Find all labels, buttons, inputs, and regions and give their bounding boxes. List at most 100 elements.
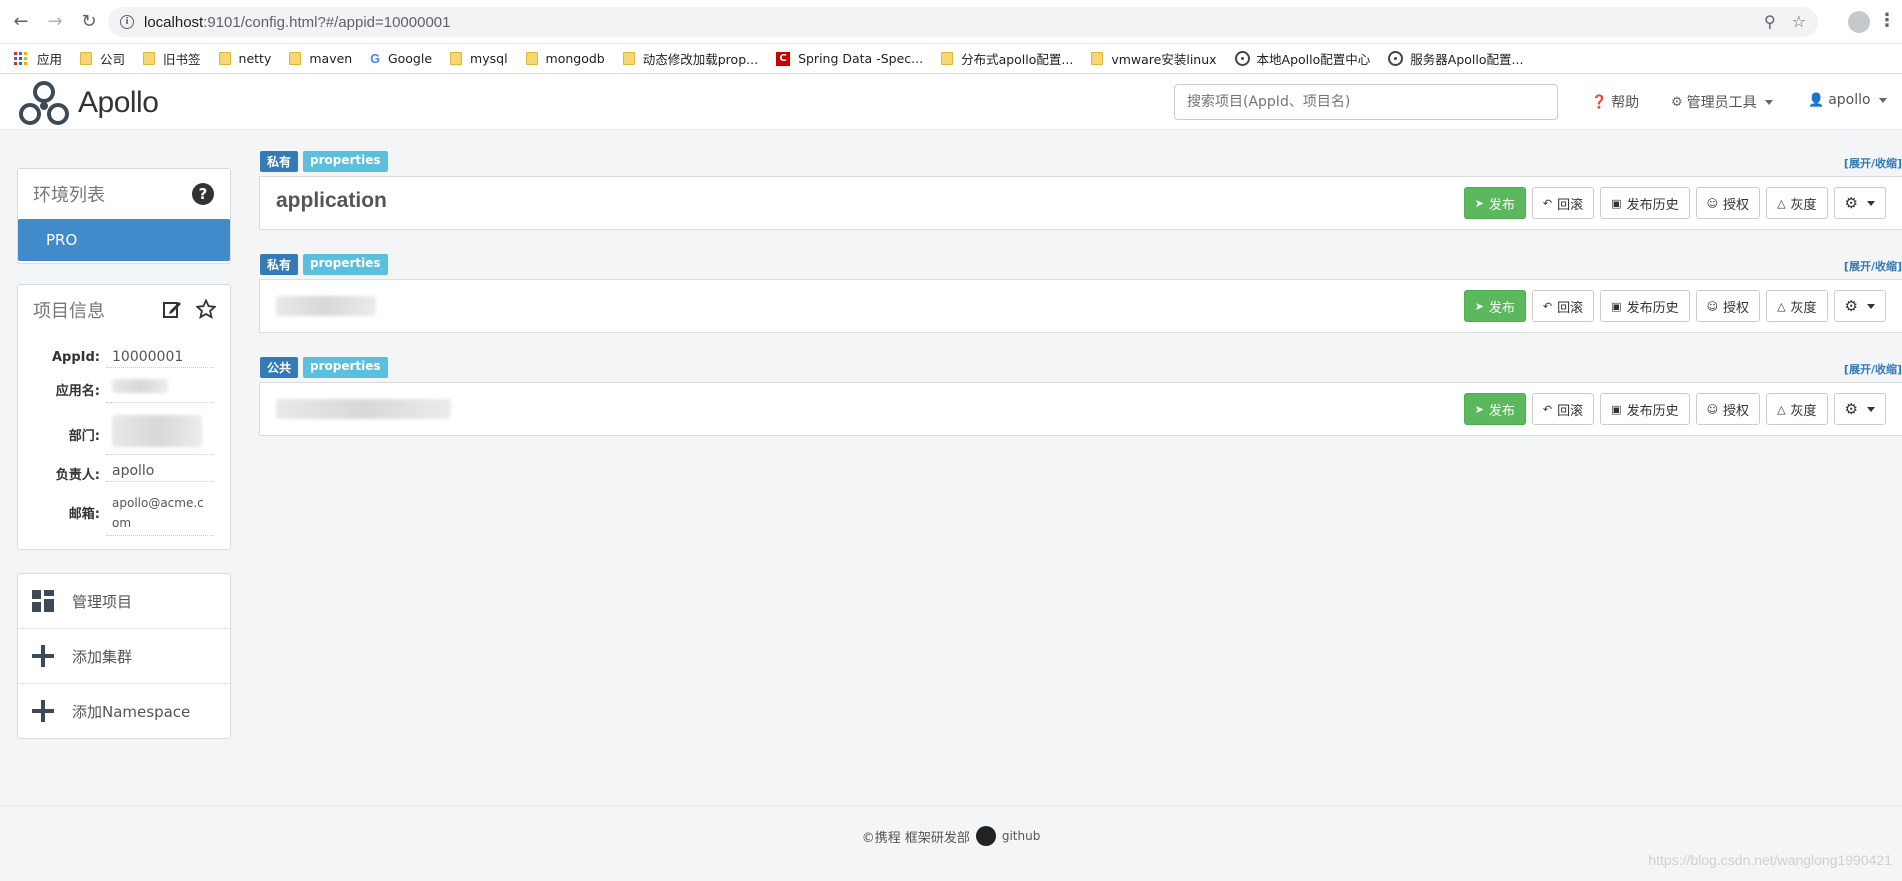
- manage-project-item[interactable]: 管理项目: [18, 574, 230, 629]
- help-link[interactable]: ❓ 帮助: [1591, 92, 1639, 112]
- forward-arrow-icon[interactable]: →: [42, 9, 68, 35]
- bookmark-item[interactable]: 应用: [14, 49, 62, 68]
- folder-icon: [941, 52, 954, 65]
- question-circle-icon: ❓: [1591, 94, 1608, 110]
- department-label: 部门:: [68, 429, 100, 444]
- apollo-logo[interactable]: Apollo: [16, 78, 159, 128]
- footer-github-link[interactable]: github: [1002, 829, 1040, 843]
- info-row-appid: AppId: 10000001: [18, 347, 230, 368]
- bookmark-item[interactable]: 旧书签: [143, 49, 201, 68]
- spring-icon: C: [776, 51, 791, 66]
- expand-collapse-link[interactable]: [展开/收缩]: [1844, 361, 1902, 377]
- redacted-block: [112, 415, 202, 447]
- publish-label: 发布: [1488, 403, 1515, 419]
- flask-icon: △: [1777, 196, 1786, 210]
- apollo-logo-icon: [19, 81, 69, 125]
- release-history-button[interactable]: ▣ 发布历史: [1600, 290, 1690, 322]
- bookmark-item[interactable]: mysql: [450, 51, 508, 66]
- grant-button[interactable]: ☺ 授权: [1695, 290, 1761, 322]
- gray-release-button[interactable]: △ 灰度: [1766, 393, 1828, 425]
- namespace-settings-dropdown[interactable]: ⚙: [1833, 187, 1886, 219]
- expand-collapse-link[interactable]: [展开/收缩]: [1844, 258, 1902, 274]
- profile-avatar[interactable]: [1848, 11, 1870, 33]
- release-history-button[interactable]: ▣ 发布历史: [1600, 187, 1690, 219]
- rollback-button[interactable]: ↶ 回滚: [1531, 393, 1595, 425]
- caret-down-icon: [1867, 303, 1875, 309]
- bookmark-star-icon[interactable]: ☆: [1792, 12, 1806, 31]
- bookmark-item[interactable]: 分布式apollo配置...: [941, 49, 1073, 68]
- star-icon[interactable]: [196, 299, 216, 319]
- rollback-icon: ↶: [1542, 299, 1553, 313]
- zoom-icon[interactable]: ⚲: [1764, 12, 1776, 31]
- question-circle-icon[interactable]: ?: [192, 183, 214, 205]
- bookmark-item[interactable]: G Google: [370, 51, 432, 66]
- user-dropdown[interactable]: 👤 apollo: [1808, 92, 1887, 108]
- publish-button[interactable]: ➤ 发布: [1463, 290, 1526, 322]
- user-icon: ☺: [1706, 402, 1719, 416]
- bookmark-item[interactable]: vmware安装linux: [1091, 49, 1217, 68]
- info-icon[interactable]: i: [120, 15, 134, 29]
- bookmark-item[interactable]: netty: [218, 51, 271, 66]
- redacted-block: [276, 296, 376, 316]
- google-icon: G: [370, 51, 380, 66]
- bookmark-label: 服务器Apollo配置...: [1410, 52, 1524, 67]
- release-history-button[interactable]: ▣ 发布历史: [1600, 393, 1690, 425]
- publish-button[interactable]: ➤ 发布: [1463, 187, 1526, 219]
- logo-text: Apollo: [78, 86, 159, 119]
- grant-button[interactable]: ☺ 授权: [1695, 187, 1761, 219]
- reload-icon[interactable]: ↻: [76, 9, 102, 35]
- bookmark-label: Spring Data -Spec...: [798, 51, 924, 66]
- admin-tools-dropdown[interactable]: ⚙ 管理员工具: [1671, 92, 1773, 112]
- namespace-settings-dropdown[interactable]: ⚙: [1833, 393, 1886, 425]
- github-icon[interactable]: [975, 826, 996, 846]
- folder-icon: [289, 52, 302, 65]
- info-row-department: 部门:: [18, 413, 230, 455]
- bookmark-item[interactable]: C Spring Data -Spec...: [776, 51, 923, 66]
- footer: ©携程 框架研发部 github: [0, 826, 1902, 846]
- bookmark-item[interactable]: 动态修改加载prop...: [622, 49, 758, 68]
- user-icon: 👤: [1808, 92, 1825, 108]
- redacted-block: [276, 399, 451, 419]
- scope-badge: 私有: [260, 151, 299, 172]
- project-search-input[interactable]: [1174, 84, 1558, 120]
- folder-icon: [622, 52, 635, 65]
- browser-menu-icon[interactable]: ⋮: [1878, 10, 1896, 31]
- expand-collapse-link[interactable]: [展开/收缩]: [1844, 155, 1902, 171]
- grant-label: 授权: [1723, 300, 1750, 316]
- bookmark-item[interactable]: maven: [289, 51, 352, 66]
- bookmark-label: maven: [309, 51, 353, 66]
- email-value: apollo@acme.com: [106, 491, 214, 536]
- folder-icon: [143, 52, 156, 65]
- add-namespace-item[interactable]: 添加Namespace: [18, 684, 230, 739]
- namespace-name: [276, 395, 451, 425]
- apps-icon: [14, 52, 27, 65]
- grant-button[interactable]: ☺ 授权: [1695, 393, 1761, 425]
- namespace-panel: application ➤ 发布 ↶ 回滚 ▣ 发布历史 ☺ 授权 △ 灰度 ⚙: [259, 176, 1902, 230]
- footer-divider: [0, 805, 1902, 806]
- bookmarks-bar: 应用 公司 旧书签 netty maven G Google mysql mongodb 动态修改…: [0, 44, 1902, 74]
- info-row-app-name: 应用名:: [18, 377, 230, 403]
- rollback-button[interactable]: ↶ 回滚: [1531, 290, 1595, 322]
- address-bar[interactable]: i localhost:9101/config.html?#/appid=100…: [108, 7, 1818, 37]
- appid-label: AppId:: [51, 350, 100, 365]
- apollo-icon: [1234, 51, 1250, 66]
- gray-release-button[interactable]: △ 灰度: [1766, 187, 1828, 219]
- gray-release-button[interactable]: △ 灰度: [1766, 290, 1828, 322]
- rollback-icon: ↶: [1542, 196, 1553, 210]
- calendar-icon: ▣: [1611, 402, 1622, 416]
- user-icon: ☺: [1706, 196, 1719, 210]
- flask-icon: △: [1777, 402, 1786, 416]
- send-icon: ➤: [1474, 196, 1484, 210]
- bookmark-item[interactable]: 本地Apollo配置中心: [1234, 49, 1370, 68]
- rollback-button[interactable]: ↶ 回滚: [1531, 187, 1595, 219]
- add-cluster-item[interactable]: 添加集群: [18, 629, 230, 684]
- bookmark-item[interactable]: 公司: [80, 49, 125, 68]
- publish-button[interactable]: ➤ 发布: [1463, 393, 1526, 425]
- namespace-settings-dropdown[interactable]: ⚙: [1833, 290, 1886, 322]
- gray-release-label: 灰度: [1790, 300, 1817, 316]
- env-item-pro[interactable]: PRO: [18, 219, 230, 261]
- bookmark-item[interactable]: 服务器Apollo配置...: [1388, 49, 1523, 68]
- back-arrow-icon[interactable]: ←: [8, 9, 34, 35]
- edit-icon[interactable]: [162, 299, 182, 319]
- bookmark-item[interactable]: mongodb: [525, 51, 605, 66]
